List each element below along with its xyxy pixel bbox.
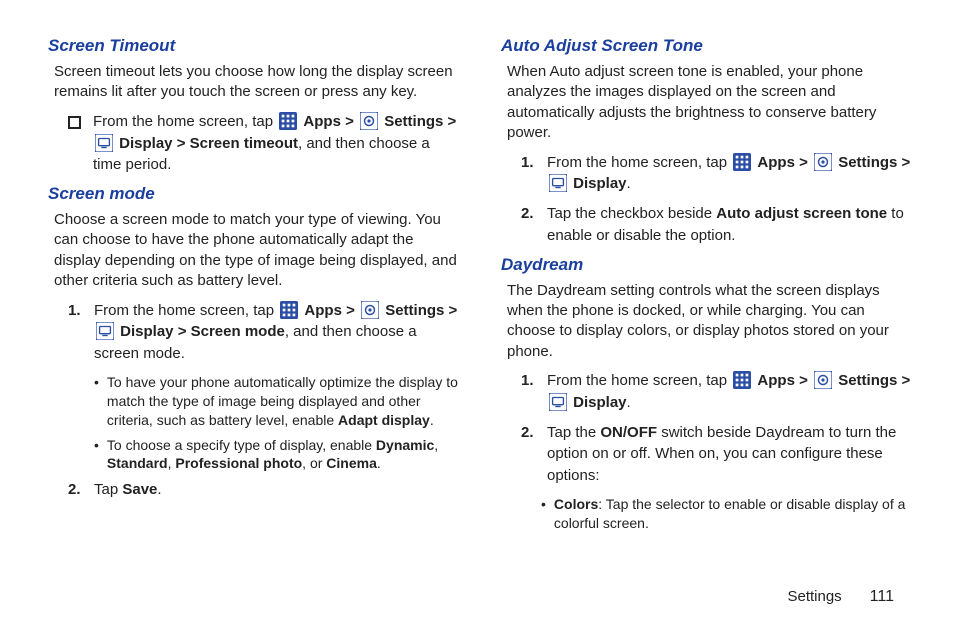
bullet-icon: • [94, 373, 99, 392]
left-column: Screen Timeout Screen timeout lets you c… [48, 32, 459, 539]
t: Display > Screen timeout [119, 135, 298, 152]
t: . [627, 394, 631, 411]
desc-daydream: The Daydream setting controls what the s… [507, 281, 912, 363]
step-text: Tap Save. [94, 479, 459, 501]
t: Apps > [303, 113, 358, 130]
step-text: Tap the ON/OFF switch beside Daydream to… [547, 422, 912, 487]
footer-section: Settings [787, 588, 841, 605]
screen-timeout-step: From the home screen, tap Apps > Setting… [68, 111, 459, 176]
t: Display [573, 394, 626, 411]
desc-screen-timeout: Screen timeout lets you choose how long … [54, 62, 459, 103]
sub-text: To choose a specify type of display, ena… [107, 436, 459, 474]
step-text: From the home screen, tap Apps > Setting… [94, 300, 459, 365]
t: From the home screen, tap [93, 113, 277, 130]
step-number: 2. [68, 479, 84, 501]
t: Apps > [757, 372, 812, 389]
sub-text: To have your phone automatically optimiz… [107, 373, 459, 430]
screen-mode-sub-2: • To choose a specify type of display, e… [94, 436, 459, 474]
t: , [434, 437, 438, 453]
step-text: Tap the checkbox beside Auto adjust scre… [547, 203, 912, 247]
t: Auto adjust screen tone [716, 205, 887, 222]
desc-screen-mode: Choose a screen mode to match your type … [54, 210, 459, 292]
t: From the home screen, tap [547, 372, 731, 389]
daydream-step-2: 2. Tap the ON/OFF switch beside Daydream… [521, 422, 912, 487]
display-icon [95, 134, 113, 152]
t: Save [122, 481, 157, 498]
footer-page-number: 111 [870, 588, 894, 606]
settings-icon [361, 301, 379, 319]
step-text: From the home screen, tap Apps > Setting… [547, 370, 912, 414]
display-icon [549, 393, 567, 411]
t: Dynamic [376, 437, 434, 453]
bullet-icon: • [541, 495, 546, 514]
screen-mode-step-1: 1. From the home screen, tap Apps > Sett… [68, 300, 459, 365]
t: Standard [107, 455, 168, 471]
apps-icon [733, 371, 751, 389]
t: From the home screen, tap [547, 154, 731, 171]
step-number: 2. [521, 422, 537, 444]
t: Settings > [385, 302, 457, 319]
apps-icon [733, 153, 751, 171]
t: . [627, 175, 631, 192]
t: Tap the [547, 424, 600, 441]
heading-screen-mode: Screen mode [48, 184, 459, 204]
bullet-icon: • [94, 436, 99, 455]
apps-icon [280, 301, 298, 319]
t: Settings > [838, 372, 910, 389]
settings-icon [814, 153, 832, 171]
heading-daydream: Daydream [501, 255, 912, 275]
t: Display [573, 175, 626, 192]
t: : Tap the selector to enable or disable … [554, 496, 906, 531]
apps-icon [279, 112, 297, 130]
daydream-sub-1: • Colors: Tap the selector to enable or … [541, 495, 912, 533]
t: Settings > [384, 113, 456, 130]
t: To choose a specify type of display, ena… [107, 437, 376, 453]
step-number: 1. [68, 300, 84, 322]
t: Settings > [838, 154, 910, 171]
t: Cinema [326, 455, 377, 471]
page-columns: Screen Timeout Screen timeout lets you c… [48, 32, 912, 539]
t: . [157, 481, 161, 498]
display-icon [549, 174, 567, 192]
t: Adapt display [338, 412, 430, 428]
settings-icon [360, 112, 378, 130]
t: Tap the checkbox beside [547, 205, 716, 222]
screen-mode-sub-1: • To have your phone automatically optim… [94, 373, 459, 430]
t: Apps > [757, 154, 812, 171]
step-number: 1. [521, 152, 537, 174]
auto-adjust-step-1: 1. From the home screen, tap Apps > Sett… [521, 152, 912, 196]
step-number: 1. [521, 370, 537, 392]
t: Tap [94, 481, 122, 498]
heading-auto-adjust: Auto Adjust Screen Tone [501, 36, 912, 56]
sub-text: Colors: Tap the selector to enable or di… [554, 495, 912, 533]
heading-screen-timeout: Screen Timeout [48, 36, 459, 56]
t: . [430, 412, 434, 428]
t: From the home screen, tap [94, 302, 278, 319]
t: Display > Screen mode [120, 323, 285, 340]
t: Colors [554, 496, 598, 512]
step-text: From the home screen, tap Apps > Setting… [93, 111, 459, 176]
screen-mode-step-2: 2. Tap Save. [68, 479, 459, 501]
daydream-step-1: 1. From the home screen, tap Apps > Sett… [521, 370, 912, 414]
auto-adjust-step-2: 2. Tap the checkbox beside Auto adjust s… [521, 203, 912, 247]
t: . [377, 455, 381, 471]
step-number: 2. [521, 203, 537, 225]
t: ON/OFF [600, 424, 657, 441]
display-icon [96, 322, 114, 340]
t: Professional photo [175, 455, 302, 471]
desc-auto-adjust: When Auto adjust screen tone is enabled,… [507, 62, 912, 144]
step-text: From the home screen, tap Apps > Setting… [547, 152, 912, 196]
right-column: Auto Adjust Screen Tone When Auto adjust… [501, 32, 912, 539]
t: Apps > [304, 302, 359, 319]
square-bullet-icon [68, 116, 81, 129]
settings-icon [814, 371, 832, 389]
t: , or [302, 455, 326, 471]
page-footer: Settings 111 [787, 588, 894, 606]
